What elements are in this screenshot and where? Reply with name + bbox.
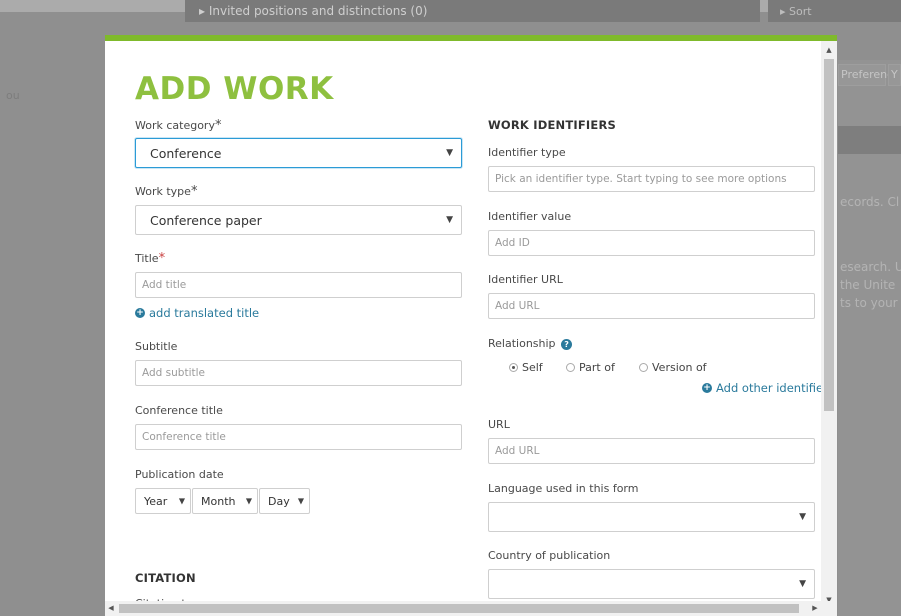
add-translated-title-text: add translated title: [149, 306, 260, 320]
caret-down-icon: ▼: [446, 215, 453, 225]
month-value: Month: [201, 494, 236, 508]
add-other-identifier-link[interactable]: + Add other identifier: [702, 381, 821, 395]
title-label: Title*: [135, 251, 166, 266]
background-text-line: esearch. U: [840, 260, 901, 274]
subtitle-input[interactable]: Add subtitle: [135, 360, 462, 386]
citation-heading: CITATION: [135, 571, 196, 585]
radio-icon: [639, 363, 648, 372]
conference-title-input[interactable]: Conference title: [135, 424, 462, 450]
work-type-select[interactable]: Conference paper ▼: [135, 205, 462, 235]
caret-down-icon: ▼: [799, 512, 806, 522]
relationship-radio-self[interactable]: Self: [509, 361, 543, 374]
title-input[interactable]: Add title: [135, 272, 462, 298]
background-text-you: ou: [6, 89, 20, 102]
work-category-value: Conference: [150, 145, 222, 161]
plus-circle-icon: +: [135, 308, 145, 318]
relationship-radio-part-of[interactable]: Part of: [566, 361, 615, 374]
background-small-button: Y: [888, 64, 901, 86]
background-text-line: the Unite: [840, 278, 896, 292]
help-circle-icon[interactable]: ?: [561, 338, 573, 350]
work-category-select[interactable]: Conference ▼: [135, 138, 462, 168]
identifier-type-input[interactable]: Pick an identifier type. Start typing to…: [488, 166, 815, 192]
modal-title: ADD WORK: [135, 71, 334, 107]
work-type-label: Work type*: [135, 184, 198, 199]
identifier-value-input[interactable]: Add ID: [488, 230, 815, 256]
radio-version-of-label: Version of: [652, 361, 707, 374]
identifier-type-label: Identifier type: [488, 146, 566, 159]
radio-part-of-label: Part of: [579, 361, 615, 374]
modal-scroll-area: ADD WORK Work category* Conference ▼ Wor…: [105, 41, 821, 607]
caret-down-icon: ▼: [245, 496, 252, 506]
conference-title-label: Conference title: [135, 404, 223, 417]
language-select[interactable]: ▼: [488, 502, 815, 532]
add-other-identifier-text: Add other identifier: [716, 381, 821, 395]
caret-down-icon: ▼: [799, 579, 806, 589]
publication-date-label: Publication date: [135, 468, 224, 481]
radio-icon: [509, 363, 518, 372]
add-work-modal: ADD WORK Work category* Conference ▼ Wor…: [105, 35, 837, 616]
caret-down-icon: ▼: [297, 496, 304, 506]
language-label: Language used in this form: [488, 482, 639, 495]
url-label: URL: [488, 418, 510, 431]
work-category-label: Work category*: [135, 118, 222, 133]
url-input[interactable]: Add URL: [488, 438, 815, 464]
radio-self-label: Self: [522, 361, 543, 374]
background-text-line: ts to your: [840, 296, 898, 310]
scroll-left-arrow-icon[interactable]: ◀: [105, 601, 117, 616]
background-text-line: ecords. Cl: [840, 195, 900, 209]
vertical-scrollbar[interactable]: ▲ ▼: [821, 41, 837, 607]
caret-down-icon: ▼: [446, 148, 453, 158]
scroll-right-arrow-icon[interactable]: ▶: [809, 601, 821, 616]
background-sort-label: ▸ Sort: [768, 0, 901, 22]
country-select[interactable]: ▼: [488, 569, 815, 599]
identifier-url-label: Identifier URL: [488, 273, 563, 286]
subtitle-label: Subtitle: [135, 340, 178, 353]
radio-icon: [566, 363, 575, 372]
publication-year-select[interactable]: Year ▼: [135, 488, 191, 514]
add-translated-title-link[interactable]: + add translated title: [135, 306, 259, 320]
plus-circle-icon: +: [702, 383, 712, 393]
background-bar: [838, 126, 901, 154]
relationship-radio-version-of[interactable]: Version of: [639, 361, 707, 374]
publication-day-select[interactable]: Day ▼: [259, 488, 310, 514]
relationship-label: Relationship ?: [488, 337, 573, 350]
horizontal-scrollbar[interactable]: ◀ ▶: [105, 601, 821, 616]
background-preferences-button: Preferences: [838, 64, 901, 86]
day-value: Day: [268, 494, 290, 508]
caret-down-icon: ▼: [178, 496, 185, 506]
scrollbar-corner: [821, 601, 837, 616]
year-value: Year: [144, 494, 168, 508]
work-identifiers-heading: WORK IDENTIFIERS: [488, 118, 616, 132]
country-label: Country of publication: [488, 549, 611, 562]
background-section-header: ▸ Invited positions and distinctions (0): [185, 0, 760, 22]
scroll-up-arrow-icon[interactable]: ▲: [821, 43, 837, 57]
work-type-value: Conference paper: [150, 212, 262, 228]
vertical-scroll-thumb[interactable]: [824, 59, 834, 411]
horizontal-scroll-thumb[interactable]: [119, 604, 799, 613]
publication-month-select[interactable]: Month ▼: [192, 488, 258, 514]
identifier-url-input[interactable]: Add URL: [488, 293, 815, 319]
identifier-value-label: Identifier value: [488, 210, 572, 223]
